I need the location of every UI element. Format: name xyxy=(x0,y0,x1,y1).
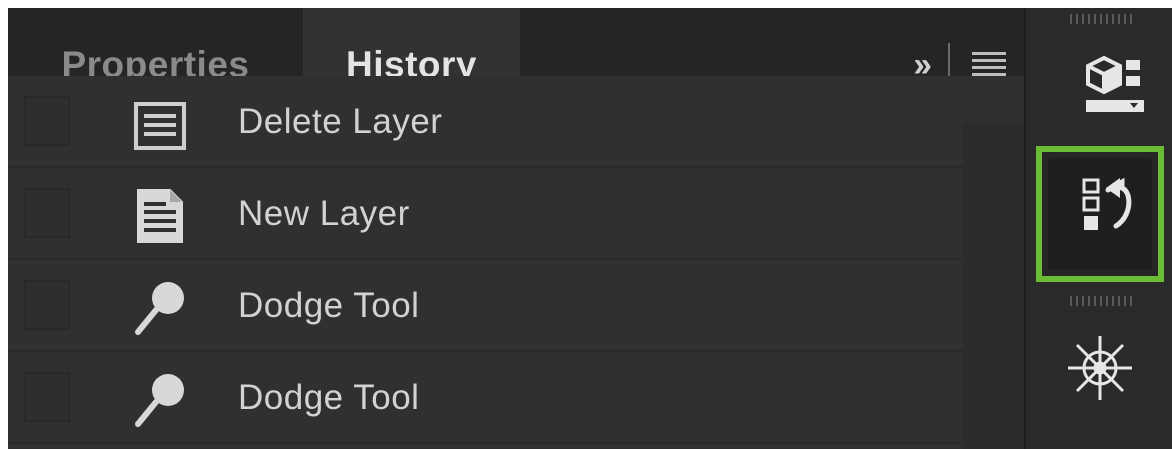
history-item[interactable]: Delete Layer xyxy=(8,76,1024,168)
dodge-tool-icon xyxy=(135,282,184,335)
history-snapshot-checkbox[interactable] xyxy=(24,372,70,422)
history-item[interactable]: Dodge Tool xyxy=(8,260,1024,352)
history-list: Delete Layer New Layer Dodge Tool Dodge … xyxy=(8,76,1024,449)
history-item[interactable]: New Layer xyxy=(8,168,1024,260)
history-panel-button[interactable] xyxy=(1036,146,1164,282)
history-item-label: New Layer xyxy=(238,194,410,233)
history-panel: Properties History ›› Delete Layer New L… xyxy=(8,8,1024,449)
photoshop-panel-window: Properties History ›› Delete Layer New L… xyxy=(8,8,1172,449)
compass-navigator-icon xyxy=(1068,336,1132,400)
history-item-label: Dodge Tool xyxy=(238,378,420,417)
history-panel-icon xyxy=(1082,177,1132,230)
layer-document-icon xyxy=(137,189,183,243)
history-snapshot-checkbox[interactable] xyxy=(24,280,70,330)
layer-document-icon xyxy=(134,102,186,150)
navigator-button[interactable] xyxy=(1042,318,1158,418)
history-snapshot-checkbox[interactable] xyxy=(24,96,70,146)
history-item-label: Dodge Tool xyxy=(238,286,420,325)
history-scrollbar-track[interactable] xyxy=(963,122,1024,449)
history-item-label: Delete Layer xyxy=(238,102,443,141)
3d-properties-icon xyxy=(1086,55,1144,112)
3d-properties-button[interactable] xyxy=(1042,48,1158,148)
history-snapshot-checkbox[interactable] xyxy=(24,188,70,238)
history-panel-button-face xyxy=(1048,158,1152,270)
history-item[interactable]: Dodge Tool xyxy=(8,352,1024,444)
dock-grip-handle[interactable] xyxy=(1070,14,1134,24)
dodge-tool-icon xyxy=(135,374,184,427)
panel-dock xyxy=(1024,8,1172,449)
dock-grip-handle[interactable] xyxy=(1070,296,1134,306)
